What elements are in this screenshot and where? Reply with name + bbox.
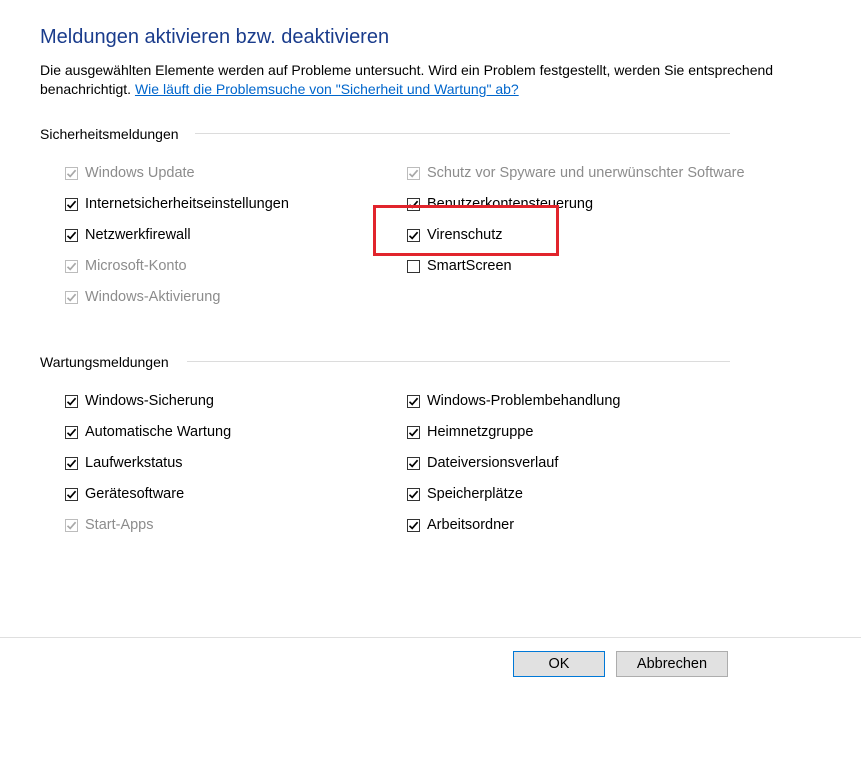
security-group-label: Sicherheitsmeldungen <box>40 126 179 142</box>
checkmark-icon <box>408 169 419 178</box>
checkbox-box[interactable] <box>65 425 78 439</box>
checkbox-automatic-maintenance[interactable]: Automatische Wartung <box>65 422 231 442</box>
checkbox-box[interactable] <box>65 197 78 211</box>
checkbox-network-firewall[interactable]: Netzwerkfirewall <box>65 225 191 245</box>
checkbox-box[interactable] <box>65 518 78 532</box>
checkbox-box[interactable] <box>407 487 420 501</box>
checkbox-work-folders[interactable]: Arbeitsordner <box>407 515 514 535</box>
footer-divider <box>0 637 861 638</box>
checkbox-box[interactable] <box>65 228 78 242</box>
checkmark-icon <box>408 521 419 530</box>
checkbox-label: Netzwerkfirewall <box>85 227 191 243</box>
checkbox-startup-apps[interactable]: Start-Apps <box>65 515 154 535</box>
checkbox-box[interactable] <box>65 394 78 408</box>
checkbox-device-software[interactable]: Gerätesoftware <box>65 484 184 504</box>
checkbox-box[interactable] <box>407 518 420 532</box>
checkbox-label: Speicherplätze <box>427 486 523 502</box>
checkmark-icon <box>66 293 77 302</box>
checkmark-icon <box>408 490 419 499</box>
checkbox-virus-protection[interactable]: Virenschutz <box>407 225 503 245</box>
checkbox-windows-backup[interactable]: Windows-Sicherung <box>65 391 214 411</box>
cancel-button[interactable]: Abbrechen <box>616 651 728 677</box>
checkbox-box[interactable] <box>407 394 420 408</box>
checkbox-box[interactable] <box>407 456 420 470</box>
checkbox-label: Internetsicherheitseinstellungen <box>85 196 289 212</box>
checkbox-label: Dateiversionsverlauf <box>427 455 559 471</box>
checkbox-box[interactable] <box>407 197 420 211</box>
checkbox-box[interactable] <box>65 290 78 304</box>
checkmark-icon <box>408 397 419 406</box>
checkbox-label: Laufwerkstatus <box>85 455 183 471</box>
description: Die ausgewählten Elemente werden auf Pro… <box>40 61 800 99</box>
checkmark-icon <box>66 231 77 240</box>
checkbox-label: Start-Apps <box>85 517 154 533</box>
checkbox-box[interactable] <box>407 228 420 242</box>
checkmark-icon <box>66 200 77 209</box>
page-title: Meldungen aktivieren bzw. deaktivieren <box>40 26 390 48</box>
checkbox-troubleshooting[interactable]: Windows-Problembehandlung <box>407 391 620 411</box>
checkmark-icon <box>408 428 419 437</box>
checkmark-icon <box>408 459 419 468</box>
checkbox-label: Windows-Sicherung <box>85 393 214 409</box>
checkbox-label: Arbeitsordner <box>427 517 515 533</box>
checkbox-spyware-protection[interactable]: Schutz vor Spyware und unerwünschter Sof… <box>407 163 745 183</box>
checkbox-label: Automatische Wartung <box>85 424 232 440</box>
checkmark-icon <box>66 397 77 406</box>
checkbox-box[interactable] <box>407 259 420 273</box>
checkbox-label: Schutz vor Spyware und unerwünschter Sof… <box>427 165 745 181</box>
checkmark-icon <box>408 231 419 240</box>
checkbox-user-account-control[interactable]: Benutzerkontensteuerung <box>407 194 593 214</box>
checkmark-icon <box>66 428 77 437</box>
checkmark-icon <box>66 521 77 530</box>
checkmark-icon <box>66 262 77 271</box>
checkbox-box[interactable] <box>65 487 78 501</box>
problem-search-help-link[interactable]: Wie läuft die Problemsuche von "Sicherhe… <box>135 81 519 97</box>
checkbox-storage-spaces[interactable]: Speicherplätze <box>407 484 523 504</box>
checkbox-windows-activation[interactable]: Windows-Aktivierung <box>65 287 220 307</box>
checkbox-box[interactable] <box>65 259 78 273</box>
maintenance-group-divider <box>187 361 730 362</box>
checkbox-label: Heimnetzgruppe <box>427 424 534 440</box>
checkbox-windows-update[interactable]: Windows Update <box>65 163 195 183</box>
checkbox-label: Gerätesoftware <box>85 486 185 502</box>
checkbox-box[interactable] <box>407 166 420 180</box>
ok-button[interactable]: OK <box>513 651 605 677</box>
checkbox-label: Windows-Aktivierung <box>85 289 221 305</box>
checkbox-label: Windows-Problembehandlung <box>427 393 621 409</box>
maintenance-group-label: Wartungsmeldungen <box>40 354 169 370</box>
checkmark-icon <box>66 459 77 468</box>
checkmark-icon <box>66 490 77 499</box>
checkbox-label: Virenschutz <box>427 227 503 243</box>
checkbox-label: Benutzerkontensteuerung <box>427 196 594 212</box>
checkbox-microsoft-account[interactable]: Microsoft-Konto <box>65 256 187 276</box>
checkbox-label: Microsoft-Konto <box>85 258 187 274</box>
checkbox-internet-security-settings[interactable]: Internetsicherheitseinstellungen <box>65 194 289 214</box>
security-group-divider <box>195 133 730 134</box>
checkbox-label: SmartScreen <box>427 258 512 274</box>
checkbox-homegroup[interactable]: Heimnetzgruppe <box>407 422 533 442</box>
checkbox-box[interactable] <box>65 166 78 180</box>
checkbox-smartscreen[interactable]: SmartScreen <box>407 256 512 276</box>
checkbox-drive-status[interactable]: Laufwerkstatus <box>65 453 183 473</box>
checkbox-box[interactable] <box>407 425 420 439</box>
checkmark-icon <box>408 200 419 209</box>
checkmark-icon <box>66 169 77 178</box>
checkbox-box[interactable] <box>65 456 78 470</box>
checkbox-file-history[interactable]: Dateiversionsverlauf <box>407 453 558 473</box>
checkbox-label: Windows Update <box>85 165 195 181</box>
